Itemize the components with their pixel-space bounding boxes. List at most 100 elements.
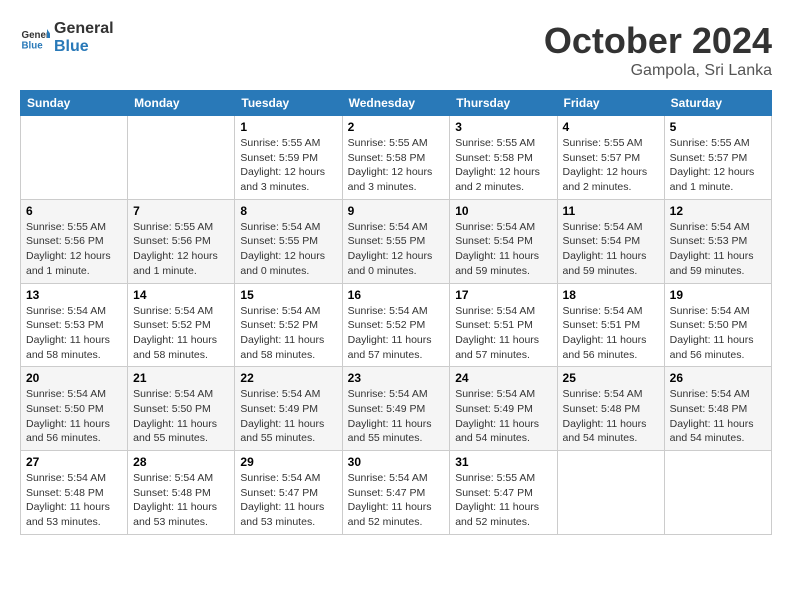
calendar-cell: 9 Sunrise: 5:54 AMSunset: 5:55 PMDaylight… bbox=[342, 199, 450, 283]
day-info: Sunrise: 5:55 AMSunset: 5:56 PMDaylight:… bbox=[133, 220, 229, 279]
day-number: 26 bbox=[670, 371, 766, 385]
calendar-cell bbox=[128, 116, 235, 200]
day-number: 9 bbox=[348, 204, 445, 218]
calendar-week-4: 20 Sunrise: 5:54 AMSunset: 5:50 PMDayligh… bbox=[21, 367, 772, 451]
day-info: Sunrise: 5:54 AMSunset: 5:50 PMDaylight:… bbox=[26, 387, 122, 446]
day-number: 13 bbox=[26, 288, 122, 302]
calendar-header-row: SundayMondayTuesdayWednesdayThursdayFrid… bbox=[21, 91, 772, 116]
day-info: Sunrise: 5:54 AMSunset: 5:49 PMDaylight:… bbox=[348, 387, 445, 446]
day-info: Sunrise: 5:55 AMSunset: 5:58 PMDaylight:… bbox=[455, 136, 551, 195]
calendar-cell: 6Sunrise: 5:55 AMSunset: 5:56 PMDaylight… bbox=[21, 199, 128, 283]
day-info: Sunrise: 5:54 AMSunset: 5:49 PMDaylight:… bbox=[455, 387, 551, 446]
day-number: 4 bbox=[563, 120, 659, 134]
logo: General Blue General Blue bbox=[20, 20, 114, 55]
calendar-cell: 20 Sunrise: 5:54 AMSunset: 5:50 PMDayligh… bbox=[21, 367, 128, 451]
calendar-cell: 25 Sunrise: 5:54 AMSunset: 5:48 PMDayligh… bbox=[557, 367, 664, 451]
calendar-cell: 16 Sunrise: 5:54 AMSunset: 5:52 PMDayligh… bbox=[342, 283, 450, 367]
day-header-tuesday: Tuesday bbox=[235, 91, 342, 116]
day-info: Sunrise: 5:54 AMSunset: 5:52 PMDaylight:… bbox=[348, 304, 445, 363]
day-info: Sunrise: 5:54 AMSunset: 5:54 PMDaylight:… bbox=[455, 220, 551, 279]
day-header-thursday: Thursday bbox=[450, 91, 557, 116]
svg-text:General: General bbox=[22, 30, 51, 41]
calendar-cell bbox=[664, 451, 771, 535]
calendar-cell: 8Sunrise: 5:54 AMSunset: 5:55 PMDaylight… bbox=[235, 199, 342, 283]
day-info: Sunrise: 5:54 AMSunset: 5:48 PMDaylight:… bbox=[26, 471, 122, 530]
day-info: Sunrise: 5:54 AMSunset: 5:47 PMDaylight:… bbox=[240, 471, 336, 530]
calendar-cell: 30 Sunrise: 5:54 AMSunset: 5:47 PMDayligh… bbox=[342, 451, 450, 535]
calendar-cell: 18Sunrise: 5:54 AMSunset: 5:51 PMDayligh… bbox=[557, 283, 664, 367]
day-info: Sunrise: 5:54 AMSunset: 5:48 PMDaylight:… bbox=[670, 387, 766, 446]
day-number: 11 bbox=[563, 204, 659, 218]
day-info: Sunrise: 5:54 AMSunset: 5:52 PMDaylight:… bbox=[133, 304, 229, 363]
day-info: Sunrise: 5:54 AMSunset: 5:51 PMDaylight:… bbox=[455, 304, 551, 363]
day-header-sunday: Sunday bbox=[21, 91, 128, 116]
calendar-cell: 19 Sunrise: 5:54 AMSunset: 5:50 PMDayligh… bbox=[664, 283, 771, 367]
day-number: 16 bbox=[348, 288, 445, 302]
title-block: October 2024 Gampola, Sri Lanka bbox=[544, 20, 772, 80]
day-number: 3 bbox=[455, 120, 551, 134]
calendar-table: SundayMondayTuesdayWednesdayThursdayFrid… bbox=[20, 90, 772, 535]
day-number: 21 bbox=[133, 371, 229, 385]
calendar-cell: 22Sunrise: 5:54 AMSunset: 5:49 PMDayligh… bbox=[235, 367, 342, 451]
calendar-cell: 13 Sunrise: 5:54 AMSunset: 5:53 PMDayligh… bbox=[21, 283, 128, 367]
day-number: 27 bbox=[26, 455, 122, 469]
day-info: Sunrise: 5:54 AMSunset: 5:52 PMDaylight:… bbox=[240, 304, 336, 363]
day-info: Sunrise: 5:54 AMSunset: 5:47 PMDaylight:… bbox=[348, 471, 445, 530]
calendar-cell: 3 Sunrise: 5:55 AMSunset: 5:58 PMDaylight… bbox=[450, 116, 557, 200]
calendar-cell: 28 Sunrise: 5:54 AMSunset: 5:48 PMDayligh… bbox=[128, 451, 235, 535]
day-info: Sunrise: 5:54 AMSunset: 5:48 PMDaylight:… bbox=[563, 387, 659, 446]
calendar-cell: 21Sunrise: 5:54 AMSunset: 5:50 PMDayligh… bbox=[128, 367, 235, 451]
calendar-cell: 5 Sunrise: 5:55 AMSunset: 5:57 PMDaylight… bbox=[664, 116, 771, 200]
logo-icon: General Blue bbox=[20, 23, 50, 53]
day-number: 15 bbox=[240, 288, 336, 302]
calendar-cell: 7 Sunrise: 5:55 AMSunset: 5:56 PMDaylight… bbox=[128, 199, 235, 283]
day-number: 30 bbox=[348, 455, 445, 469]
day-header-saturday: Saturday bbox=[664, 91, 771, 116]
day-info: Sunrise: 5:55 AMSunset: 5:47 PMDaylight:… bbox=[455, 471, 551, 530]
day-number: 19 bbox=[670, 288, 766, 302]
day-info: Sunrise: 5:55 AMSunset: 5:57 PMDaylight:… bbox=[563, 136, 659, 195]
logo-general-text: General bbox=[54, 20, 114, 38]
day-info: Sunrise: 5:55 AMSunset: 5:59 PMDaylight:… bbox=[240, 136, 336, 195]
calendar-week-1: 1Sunrise: 5:55 AMSunset: 5:59 PMDaylight… bbox=[21, 116, 772, 200]
day-info: Sunrise: 5:55 AMSunset: 5:57 PMDaylight:… bbox=[670, 136, 766, 195]
calendar-cell: 4 Sunrise: 5:55 AMSunset: 5:57 PMDaylight… bbox=[557, 116, 664, 200]
calendar-cell bbox=[21, 116, 128, 200]
day-number: 8 bbox=[240, 204, 336, 218]
day-info: Sunrise: 5:54 AMSunset: 5:53 PMDaylight:… bbox=[26, 304, 122, 363]
day-number: 14 bbox=[133, 288, 229, 302]
calendar-week-5: 27 Sunrise: 5:54 AMSunset: 5:48 PMDayligh… bbox=[21, 451, 772, 535]
calendar-cell: 1Sunrise: 5:55 AMSunset: 5:59 PMDaylight… bbox=[235, 116, 342, 200]
calendar-week-3: 13 Sunrise: 5:54 AMSunset: 5:53 PMDayligh… bbox=[21, 283, 772, 367]
day-number: 18 bbox=[563, 288, 659, 302]
day-header-wednesday: Wednesday bbox=[342, 91, 450, 116]
day-number: 23 bbox=[348, 371, 445, 385]
month-title: October 2024 bbox=[544, 20, 772, 62]
day-number: 5 bbox=[670, 120, 766, 134]
calendar-body: 1Sunrise: 5:55 AMSunset: 5:59 PMDaylight… bbox=[21, 116, 772, 535]
day-number: 31 bbox=[455, 455, 551, 469]
calendar-cell: 2Sunrise: 5:55 AMSunset: 5:58 PMDaylight… bbox=[342, 116, 450, 200]
day-number: 20 bbox=[26, 371, 122, 385]
day-info: Sunrise: 5:54 AMSunset: 5:50 PMDaylight:… bbox=[670, 304, 766, 363]
day-info: Sunrise: 5:54 AMSunset: 5:54 PMDaylight:… bbox=[563, 220, 659, 279]
day-info: Sunrise: 5:54 AMSunset: 5:53 PMDaylight:… bbox=[670, 220, 766, 279]
calendar-cell: 10 Sunrise: 5:54 AMSunset: 5:54 PMDayligh… bbox=[450, 199, 557, 283]
calendar-cell: 14 Sunrise: 5:54 AMSunset: 5:52 PMDayligh… bbox=[128, 283, 235, 367]
calendar-cell: 11 Sunrise: 5:54 AMSunset: 5:54 PMDayligh… bbox=[557, 199, 664, 283]
calendar-cell: 12 Sunrise: 5:54 AMSunset: 5:53 PMDayligh… bbox=[664, 199, 771, 283]
day-number: 24 bbox=[455, 371, 551, 385]
day-info: Sunrise: 5:54 AMSunset: 5:48 PMDaylight:… bbox=[133, 471, 229, 530]
day-number: 28 bbox=[133, 455, 229, 469]
day-info: Sunrise: 5:55 AMSunset: 5:56 PMDaylight:… bbox=[26, 220, 122, 279]
day-number: 12 bbox=[670, 204, 766, 218]
page-header: General Blue General Blue October 2024 G… bbox=[20, 20, 772, 80]
day-number: 7 bbox=[133, 204, 229, 218]
day-info: Sunrise: 5:54 AMSunset: 5:55 PMDaylight:… bbox=[348, 220, 445, 279]
day-number: 10 bbox=[455, 204, 551, 218]
day-info: Sunrise: 5:55 AMSunset: 5:58 PMDaylight:… bbox=[348, 136, 445, 195]
day-header-monday: Monday bbox=[128, 91, 235, 116]
location-title: Gampola, Sri Lanka bbox=[544, 62, 772, 80]
day-number: 25 bbox=[563, 371, 659, 385]
logo-blue-text: Blue bbox=[54, 38, 114, 56]
